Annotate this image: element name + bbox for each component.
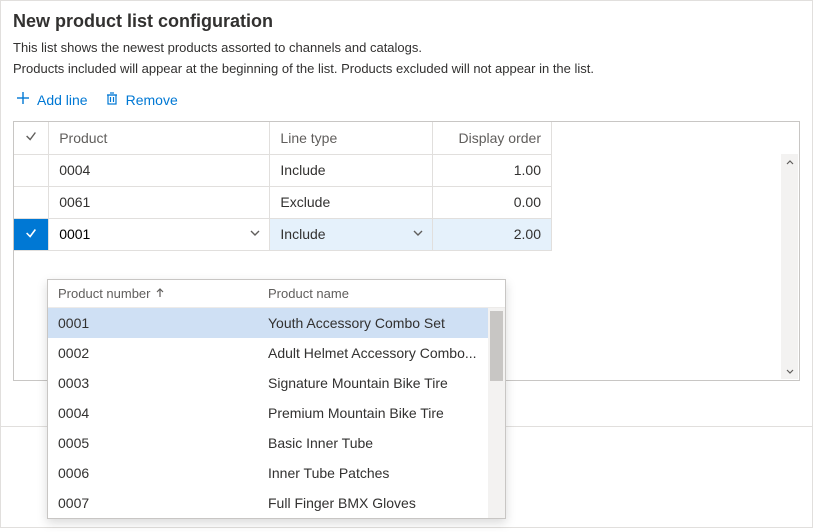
- page-title: New product list configuration: [13, 11, 800, 32]
- lookup-item[interactable]: 0006 Inner Tube Patches: [48, 458, 505, 488]
- lookup-item-number: 0007: [58, 495, 268, 511]
- header: New product list configuration: [1, 1, 812, 36]
- row-select-cell[interactable]: [14, 218, 49, 250]
- row-select-cell[interactable]: [14, 186, 49, 218]
- displayorder-cell[interactable]: 1.00: [433, 154, 552, 186]
- lookup-item-name: Adult Helmet Accessory Combo...: [268, 345, 495, 361]
- col-header-product[interactable]: Product: [49, 122, 270, 154]
- scroll-down-icon[interactable]: [781, 362, 798, 379]
- lookup-item[interactable]: 0003 Signature Mountain Bike Tire: [48, 368, 505, 398]
- description-line-2: Products included will appear at the beg…: [1, 57, 812, 78]
- linetype-cell[interactable]: Exclude: [270, 186, 433, 218]
- plus-icon: [15, 90, 31, 109]
- row-select-cell[interactable]: [14, 154, 49, 186]
- check-icon: [24, 227, 38, 243]
- lookup-scrollbar[interactable]: [488, 308, 505, 518]
- lookup-item[interactable]: 0005 Basic Inner Tube: [48, 428, 505, 458]
- scroll-up-icon[interactable]: [781, 154, 798, 171]
- lookup-item-name: Full Finger BMX Gloves: [268, 495, 495, 511]
- sort-asc-icon: [155, 286, 165, 301]
- config-panel: New product list configuration This list…: [0, 0, 813, 528]
- chevron-down-icon: [249, 226, 261, 242]
- product-grid: Product Line type Display order 0004 Inc…: [14, 122, 552, 251]
- lookup-item-name: Inner Tube Patches: [268, 465, 495, 481]
- col-header-linetype[interactable]: Line type: [270, 122, 433, 154]
- lookup-col-number-label: Product number: [58, 286, 151, 301]
- linetype-cell-editing[interactable]: Include: [270, 218, 433, 250]
- lookup-body: 0001 Youth Accessory Combo Set 0002 Adul…: [48, 308, 505, 518]
- grid-row[interactable]: 0061 Exclude 0.00: [14, 186, 552, 218]
- grid-header-row: Product Line type Display order: [14, 122, 552, 154]
- lookup-item-name: Youth Accessory Combo Set: [268, 315, 495, 331]
- lookup-item[interactable]: 0007 Full Finger BMX Gloves: [48, 488, 505, 518]
- grid-scrollbar[interactable]: [781, 154, 798, 379]
- displayorder-cell[interactable]: 0.00: [433, 186, 552, 218]
- product-cell-editing[interactable]: [49, 218, 270, 250]
- lookup-item[interactable]: 0002 Adult Helmet Accessory Combo...: [48, 338, 505, 368]
- scrollbar-thumb[interactable]: [490, 311, 503, 381]
- remove-button[interactable]: Remove: [102, 88, 180, 111]
- add-line-label: Add line: [37, 92, 88, 108]
- lookup-item-number: 0002: [58, 345, 268, 361]
- toolbar: Add line Remove: [1, 78, 812, 119]
- grid-row[interactable]: 0004 Include 1.00: [14, 154, 552, 186]
- lookup-item-name: Premium Mountain Bike Tire: [268, 405, 495, 421]
- add-line-button[interactable]: Add line: [13, 88, 90, 111]
- lookup-item-number: 0003: [58, 375, 268, 391]
- lookup-item-number: 0006: [58, 465, 268, 481]
- remove-label: Remove: [126, 92, 178, 108]
- product-input[interactable]: [59, 226, 219, 242]
- lookup-item[interactable]: 0001 Youth Accessory Combo Set: [48, 308, 505, 338]
- lookup-item-name: Signature Mountain Bike Tire: [268, 375, 495, 391]
- lookup-col-number[interactable]: Product number: [58, 286, 268, 301]
- lookup-header: Product number Product name: [48, 280, 505, 308]
- select-all-header[interactable]: [14, 122, 49, 154]
- lookup-item-number: 0001: [58, 315, 268, 331]
- lookup-item[interactable]: 0004 Premium Mountain Bike Tire: [48, 398, 505, 428]
- product-cell[interactable]: 0004: [49, 154, 270, 186]
- check-icon: [24, 130, 38, 146]
- product-cell[interactable]: 0061: [49, 186, 270, 218]
- col-header-displayorder[interactable]: Display order: [433, 122, 552, 154]
- trash-icon: [104, 90, 120, 109]
- linetype-value: Include: [280, 226, 325, 242]
- description-line-1: This list shows the newest products asso…: [1, 36, 812, 57]
- displayorder-cell[interactable]: 2.00: [433, 218, 552, 250]
- grid-row-selected[interactable]: Include 2.00: [14, 218, 552, 250]
- lookup-col-name[interactable]: Product name: [268, 286, 495, 301]
- chevron-down-icon: [412, 226, 424, 242]
- linetype-cell[interactable]: Include: [270, 154, 433, 186]
- lookup-item-name: Basic Inner Tube: [268, 435, 495, 451]
- lookup-item-number: 0004: [58, 405, 268, 421]
- product-lookup-dropdown: Product number Product name 0001 Youth A…: [47, 279, 506, 519]
- lookup-item-number: 0005: [58, 435, 268, 451]
